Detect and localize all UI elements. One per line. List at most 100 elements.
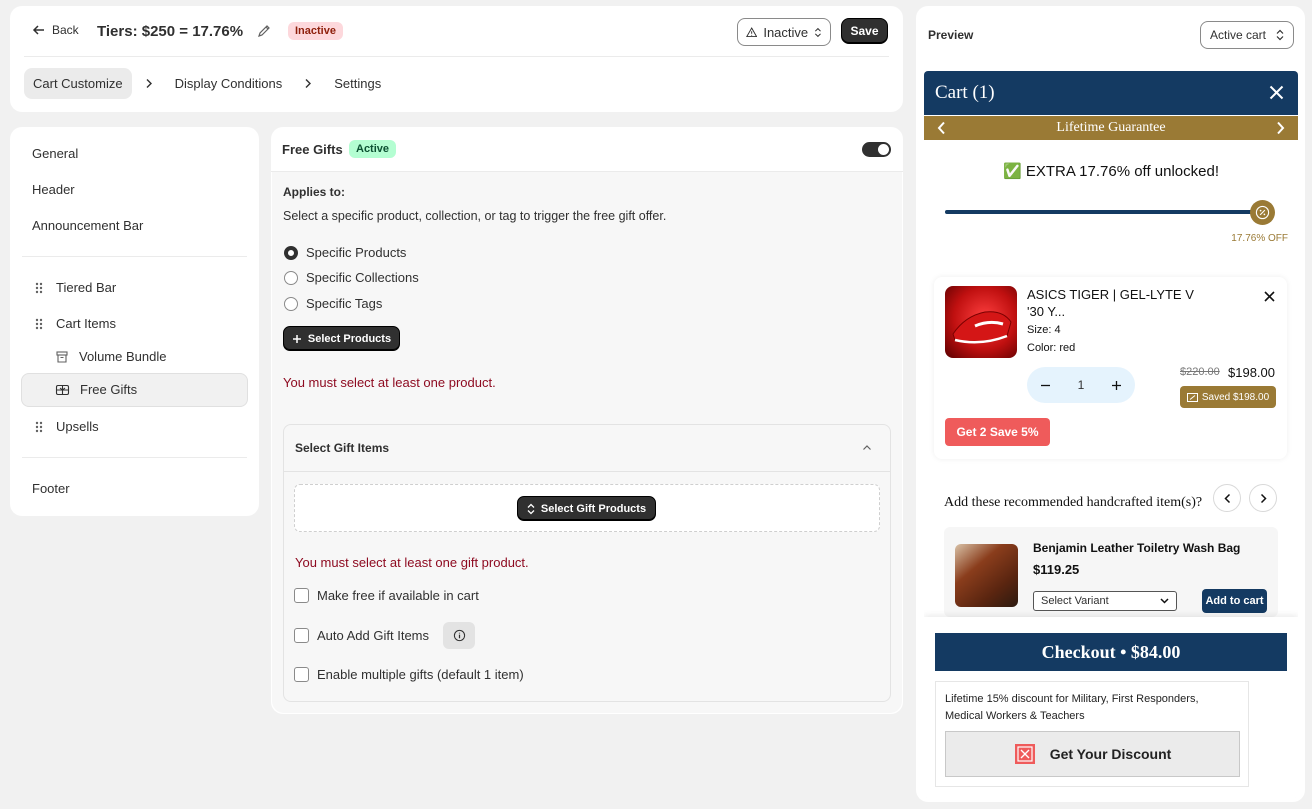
arrow-left-icon (32, 25, 44, 35)
price-discounted: $198.00 (1228, 365, 1275, 380)
minus-icon[interactable] (1040, 380, 1051, 391)
status-badge: Inactive (288, 22, 343, 40)
variant-select[interactable]: Select Variant (1033, 591, 1177, 611)
checkbox-label: Enable multiple gifts (default 1 item) (317, 667, 524, 682)
preview-select-value: Active cart (1210, 28, 1267, 42)
alert-triangle-icon (746, 26, 758, 37)
page-title: Tiers: $250 = 17.76% (97, 23, 244, 40)
recommended-product-name[interactable]: Benjamin Leather Toiletry Wash Bag (1033, 541, 1240, 555)
radio-specific-collections[interactable]: Specific Collections (284, 270, 419, 285)
nav-item-tiered-bar[interactable]: Tiered Bar (32, 280, 116, 295)
saved-text: Saved $198.00 (1201, 391, 1270, 403)
nav-item-free-gifts[interactable]: Free Gifts (55, 382, 137, 397)
nav-label: Header (32, 182, 75, 197)
tier-unlocked-text: EXTRA 17.76% off unlocked! (1025, 163, 1220, 180)
applies-help-text: Select a specific product, collection, o… (283, 209, 667, 223)
header-divider (24, 56, 889, 57)
nav-label: Announcement Bar (32, 218, 144, 233)
info-icon (453, 629, 465, 642)
item-color: Color: red (1027, 342, 1076, 354)
save-button[interactable]: Save (841, 18, 888, 44)
button-label: Get Your Discount (1049, 746, 1172, 762)
nav-label: Cart Items (56, 316, 116, 331)
promo-text: Lifetime 15% discount for Military, Firs… (945, 693, 1199, 722)
checkbox[interactable] (294, 588, 309, 603)
radio-specific-tags[interactable]: Specific Tags (284, 296, 382, 311)
check-make-free[interactable]: Make free if available in cart (294, 588, 479, 603)
volume-deal-badge: Get 2 Save 5% (945, 418, 1050, 446)
pencil-icon[interactable] (256, 23, 272, 39)
step-settings[interactable]: Settings (325, 68, 390, 99)
add-to-cart-button[interactable]: Add to cart (1202, 589, 1267, 613)
progress-track (945, 210, 1263, 214)
drag-handle-icon[interactable] (32, 317, 46, 331)
get-discount-button[interactable]: Get Your Discount (945, 731, 1240, 777)
tier-unlocked-message: ✅ EXTRA 17.76% off unlocked! (924, 162, 1298, 180)
step-display-conditions[interactable]: Display Conditions (166, 68, 292, 99)
cart-header: Cart (1) (924, 71, 1298, 115)
radio-dot[interactable] (284, 296, 298, 311)
remove-item-icon[interactable] (1264, 291, 1275, 302)
chevron-right-icon[interactable] (1276, 121, 1285, 135)
rec-next-button[interactable] (1249, 484, 1277, 512)
close-icon[interactable] (1269, 85, 1284, 100)
button-label: Select Products (307, 332, 392, 345)
nav-divider (22, 457, 247, 458)
select-chevrons-icon (1276, 29, 1284, 41)
radio-dot[interactable] (284, 270, 298, 285)
nav-item-volume-bundle[interactable]: Volume Bundle (55, 349, 166, 364)
radio-label: Specific Collections (306, 270, 419, 285)
progress-fill (945, 210, 1263, 214)
ticket-icon (1186, 392, 1198, 402)
recommended-product-price: $119.25 (1033, 562, 1080, 577)
drag-handle-icon[interactable] (32, 281, 46, 295)
back-label: Back (52, 23, 79, 37)
gift-error: You must select at least one gift produc… (295, 555, 529, 570)
plus-icon[interactable] (1111, 380, 1122, 391)
select-products-button[interactable]: Select Products (283, 326, 400, 351)
products-error: You must select at least one product. (283, 375, 496, 390)
gift-section-header[interactable]: Select Gift Items (284, 425, 890, 472)
recommended-product-image (955, 544, 1018, 607)
chevron-down-icon (1160, 598, 1169, 604)
radio-dot[interactable] (284, 245, 298, 260)
radio-specific-products[interactable]: Specific Products (284, 245, 406, 260)
preview-panel: Preview Active cart Cart (1) Lifetime Gu… (916, 6, 1305, 802)
step-cart-customize[interactable]: Cart Customize (24, 68, 132, 99)
preview-select[interactable]: Active cart (1200, 21, 1294, 49)
step-breadcrumb: Cart Customize Display Conditions Settin… (24, 68, 390, 99)
panel-title: Free Gifts (282, 142, 343, 157)
checkbox[interactable] (294, 628, 309, 643)
nav-item-announcement-bar[interactable]: Announcement Bar (32, 218, 143, 233)
chevron-right-icon (1260, 493, 1267, 503)
chevron-left-icon (1223, 493, 1230, 503)
chevron-up-icon[interactable] (862, 444, 872, 451)
plus-icon (292, 334, 301, 343)
header-card: Back Tiers: $250 = 17.76% Inactive Inact… (10, 6, 903, 112)
enable-toggle[interactable] (862, 142, 891, 157)
gift-icon (55, 384, 70, 395)
checkbox-label: Auto Add Gift Items (317, 628, 429, 643)
checkout-button[interactable]: Checkout • $84.00 (935, 633, 1287, 671)
nav-item-cart-items[interactable]: Cart Items (32, 316, 116, 331)
info-button[interactable] (443, 622, 475, 649)
nav-item-general[interactable]: General (32, 146, 78, 161)
free-gifts-panel: Free Gifts Active Applies to: Select a s… (271, 127, 903, 714)
gift-section-title: Select Gift Items (295, 441, 390, 455)
select-gift-products-button[interactable]: Select Gift Products (517, 496, 656, 521)
check-multiple-gifts[interactable]: Enable multiple gifts (default 1 item) (294, 667, 524, 682)
status-select[interactable]: Inactive (737, 18, 831, 46)
price-original: $220.00 (1180, 366, 1220, 378)
nav-item-upsells[interactable]: Upsells (32, 419, 99, 434)
back-button[interactable]: Back (32, 23, 79, 37)
check-auto-add[interactable]: Auto Add Gift Items (294, 622, 475, 649)
checkbox[interactable] (294, 667, 309, 682)
nav-item-footer[interactable]: Footer (32, 481, 70, 496)
rec-prev-button[interactable] (1213, 484, 1241, 512)
drag-handle-icon[interactable] (32, 420, 46, 434)
archive-icon (56, 350, 68, 363)
recommended-product-card: Benjamin Leather Toiletry Wash Bag $119.… (944, 527, 1278, 617)
item-name[interactable]: ASICS TIGER | GEL-LYTE V '30 Y... (1027, 286, 1207, 320)
radio-label: Specific Products (306, 245, 407, 260)
nav-item-header[interactable]: Header (32, 182, 75, 197)
